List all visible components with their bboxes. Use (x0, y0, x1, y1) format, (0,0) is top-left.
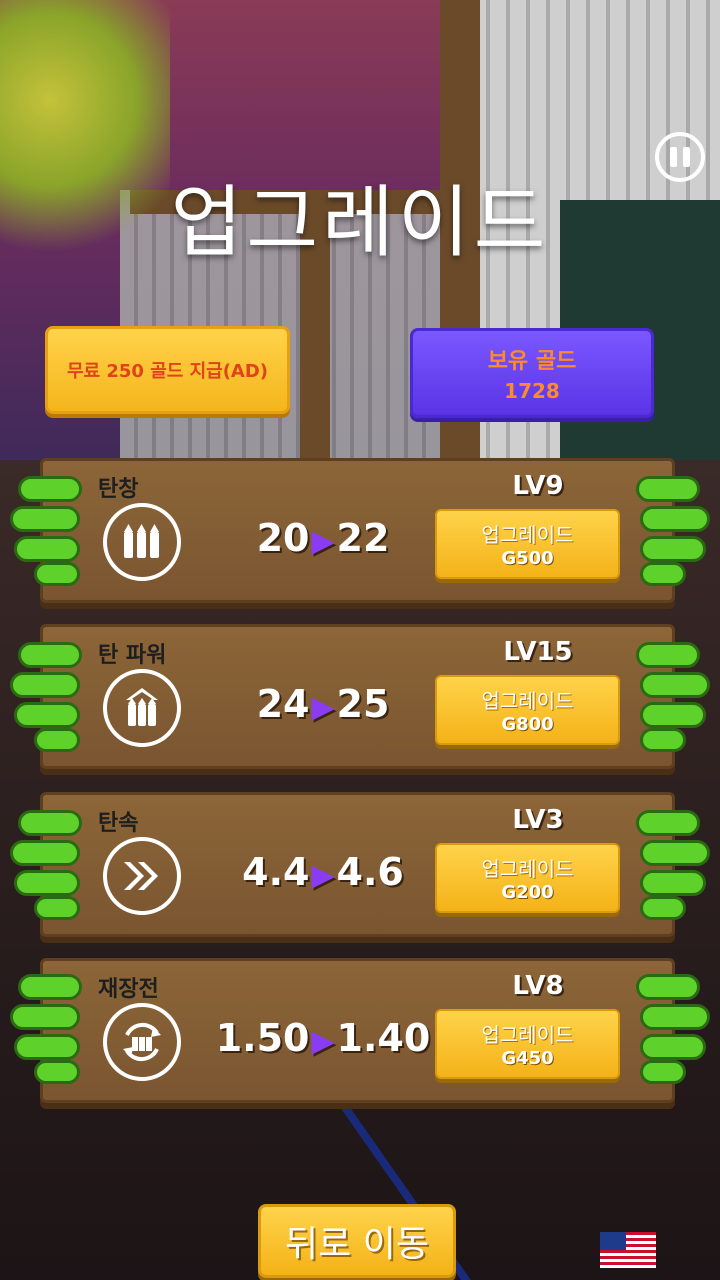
upgrade-button-label: 업그레이드 (481, 1023, 574, 1047)
zombie-hand-left-icon (4, 636, 94, 756)
upgrade-button-label: 업그레이드 (481, 689, 574, 713)
free-gold-ad-button[interactable]: 무료 250 골드 지급(AD) (45, 326, 290, 414)
zombie-hand-left-icon (4, 804, 94, 924)
upgrade-card-magazine: 탄창 20▶22 LV9 업그레이드 G500 (40, 458, 675, 603)
stat-current: 24 (256, 682, 310, 726)
upgrade-button[interactable]: 업그레이드 G200 (435, 843, 620, 913)
stat-current: 20 (256, 516, 310, 560)
upgrade-cost: G450 (501, 1048, 554, 1069)
stat-current: 1.50 (215, 1016, 310, 1060)
stat-next: 4.6 (336, 850, 404, 894)
zombie-hand-right-icon (626, 804, 716, 924)
gold-label: 보유 골드 (487, 349, 577, 374)
upgrade-button-label: 업그레이드 (481, 523, 574, 547)
upgrade-name: 탄 파워 (98, 643, 167, 668)
upgrade-cost: G800 (501, 714, 554, 735)
zombie-hand-left-icon (4, 968, 94, 1088)
upgrade-stat: 24▶25 (208, 682, 438, 726)
stat-next: 25 (336, 682, 390, 726)
upgrade-name: 재장전 (98, 977, 159, 1002)
zombie-hand-right-icon (626, 470, 716, 590)
gold-value: 1728 (504, 379, 560, 403)
arrow-right-icon: ▶ (311, 524, 335, 559)
stat-next: 1.40 (336, 1016, 431, 1060)
arrow-right-icon: ▶ (311, 1024, 335, 1059)
reload-icon (103, 1003, 181, 1081)
pause-icon (670, 147, 677, 167)
bullets-icon (103, 503, 181, 581)
bullet-power-icon (103, 669, 181, 747)
upgrade-stat: 20▶22 (208, 516, 438, 560)
upgrade-level: LV8 (512, 971, 564, 1001)
upgrade-card-reload: 재장전 1.50▶1.40 LV8 업그레이드 G450 (40, 958, 675, 1103)
upgrade-button[interactable]: 업그레이드 G500 (435, 509, 620, 579)
back-button[interactable]: 뒤로 이동 (258, 1204, 456, 1278)
pause-button[interactable] (655, 132, 705, 182)
upgrade-level: LV9 (512, 471, 564, 501)
upgrade-level: LV15 (503, 637, 573, 667)
zombie-hand-right-icon (626, 968, 716, 1088)
upgrade-card-velocity: 탄속 4.4▶4.6 LV3 업그레이드 G200 (40, 792, 675, 937)
upgrade-stat: 1.50▶1.40 (208, 1016, 438, 1060)
upgrade-name: 탄창 (98, 477, 139, 502)
fast-forward-icon (103, 837, 181, 915)
upgrade-stat: 4.4▶4.6 (208, 850, 438, 894)
stat-current: 4.4 (242, 850, 310, 894)
page-title: 업그레이드 (170, 178, 550, 268)
upgrade-button[interactable]: 업그레이드 G450 (435, 1009, 620, 1079)
zombie-hand-right-icon (626, 636, 716, 756)
upgrade-level: LV3 (512, 805, 564, 835)
gold-balance-panel: 보유 골드 1728 (410, 328, 654, 418)
stat-next: 22 (336, 516, 390, 560)
upgrade-button-label: 업그레이드 (481, 857, 574, 881)
upgrade-button[interactable]: 업그레이드 G800 (435, 675, 620, 745)
arrow-right-icon: ▶ (311, 858, 335, 893)
zombie-hand-left-icon (4, 470, 94, 590)
us-flag-icon[interactable] (600, 1232, 656, 1268)
upgrade-cost: G200 (501, 882, 554, 903)
upgrade-cost: G500 (501, 548, 554, 569)
upgrade-name: 탄속 (98, 811, 139, 836)
upgrade-card-power: 탄 파워 24▶25 LV15 업그레이드 G800 (40, 624, 675, 769)
arrow-right-icon: ▶ (311, 690, 335, 725)
